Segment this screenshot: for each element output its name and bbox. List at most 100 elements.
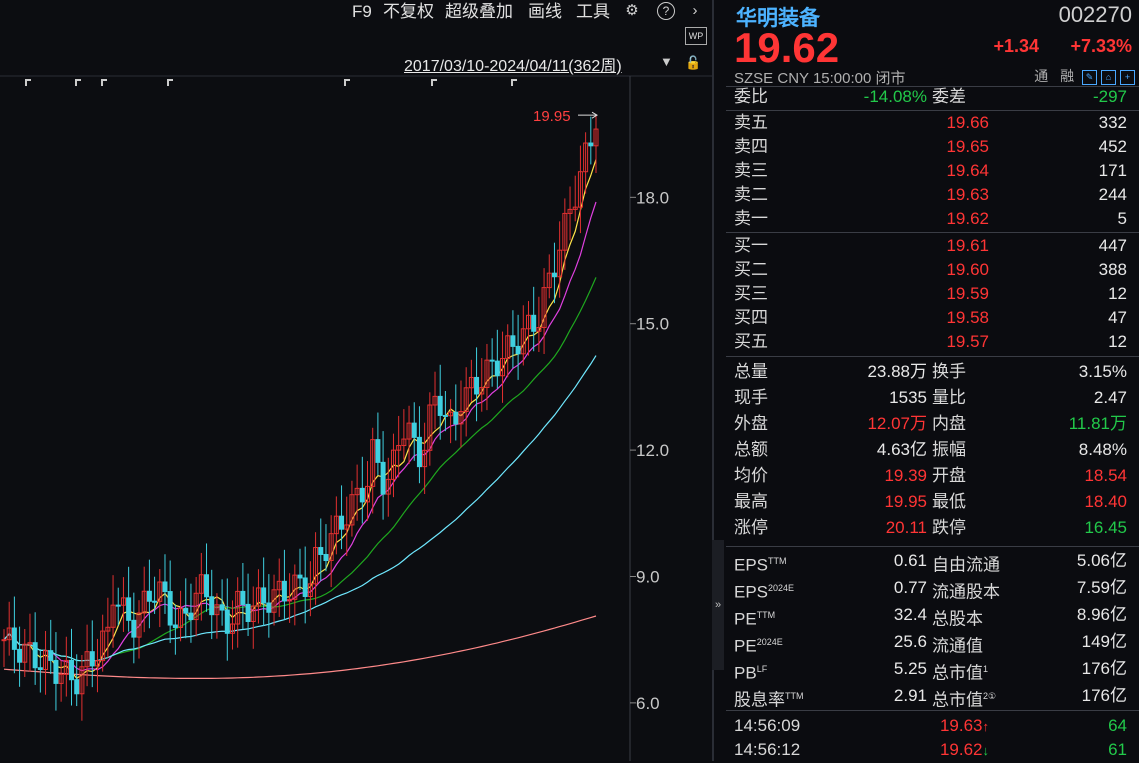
fundamental-row: PBLF 5.25 总市值1 176亿 (726, 657, 1139, 683)
expand-panel-button[interactable]: » (712, 540, 724, 670)
candle-body (281, 580, 287, 602)
candle-body (474, 376, 480, 395)
stat-value: 18.54 (1084, 466, 1127, 485)
bid-row[interactable]: 买四 19.58 47 (726, 306, 1139, 330)
stock-code: 002270 (1058, 2, 1132, 27)
candle-body (442, 414, 448, 417)
fund-label: 流通股本 (932, 582, 1000, 602)
candle-body (359, 487, 365, 503)
tick-row: 14:56:09 19.63↑ 64 (726, 714, 1139, 738)
bid-volume: 447 (1098, 236, 1127, 255)
ask-price: 19.63 (946, 185, 989, 204)
stat-label: 涨停 (734, 518, 768, 537)
fund-value: 25.6 (893, 632, 927, 651)
stat-value: 23.88万 (867, 362, 927, 381)
bid-price: 19.58 (946, 308, 989, 327)
fund-sup: TTM (756, 610, 776, 620)
fund-label: EPS (734, 582, 769, 602)
candle-body (453, 411, 459, 425)
fund-value: 5.06亿 (1076, 551, 1127, 570)
tong-label[interactable]: 通 (1034, 68, 1048, 84)
tick-volume: 61 (1108, 740, 1127, 759)
bid-price: 19.57 (946, 332, 989, 351)
candle-body (240, 590, 246, 605)
rong-label[interactable]: 融 (1060, 68, 1074, 84)
candle-body (489, 359, 495, 362)
candle-body (32, 642, 38, 669)
fund-sup: 2024E (768, 583, 795, 593)
order-ratio-label: 委比 (734, 87, 768, 106)
candle-body (115, 604, 121, 607)
order-diff-value: -297 (1092, 87, 1127, 106)
stat-label: 最高 (734, 492, 768, 511)
candle-body (126, 597, 132, 621)
event-marker-icon (167, 79, 173, 86)
quote-panel: 华明装备 002270 19.62 +1.34 +7.33% SZSE CNY … (726, 0, 1139, 761)
kline-chart-pane[interactable]: F9 不复权 超级叠加 画线 工具 ⚙ ? › WP 2017/03/10-20… (0, 0, 712, 761)
ask-label: 卖三 (734, 161, 768, 180)
ask-row[interactable]: 卖一 19.62 5 (726, 207, 1139, 231)
candle-body (131, 619, 137, 638)
candle-body (245, 603, 251, 623)
stat-label: 跌停 (932, 518, 966, 537)
ask-label: 卖五 (734, 113, 768, 132)
stat-label: 最低 (932, 492, 966, 511)
stat-label: 现手 (734, 388, 768, 407)
stat-label: 外盘 (734, 414, 768, 433)
candle-body (53, 659, 59, 684)
stat-row: 涨停 20.11 跌停 16.45 (726, 516, 1139, 540)
fund-label: 总市值 (932, 690, 983, 710)
stat-value: 18.40 (1084, 492, 1127, 511)
stat-value: 20.11 (885, 518, 927, 537)
event-marker-icon (511, 79, 517, 86)
bid-volume: 12 (1108, 332, 1127, 351)
fund-value: 8.96亿 (1076, 605, 1127, 624)
kline-svg[interactable]: 18.0 15.0 12.0 9.0 6.0 19.95 (0, 0, 712, 761)
ask-row[interactable]: 卖二 19.63 244 (726, 183, 1139, 207)
candle-body (69, 659, 75, 681)
candle-body (416, 436, 422, 468)
ask-price: 19.62 (946, 209, 989, 228)
price-change: +1.34 (993, 36, 1039, 56)
stat-value: 11.81万 (1068, 414, 1127, 433)
stat-value: 16.45 (1084, 518, 1127, 537)
bid-row[interactable]: 买一 19.61 447 (726, 234, 1139, 258)
alert-icon[interactable]: ⌂ (1101, 69, 1116, 85)
candle-body (48, 650, 54, 661)
high-price-label: 19.95 (533, 108, 571, 125)
candle-body (74, 679, 80, 695)
event-marker-icon (101, 79, 107, 86)
price-change-pct: +7.33% (1070, 36, 1132, 56)
stat-label: 总额 (734, 440, 768, 459)
fund-sup: 2① (983, 691, 997, 701)
y-tick-label: 9.0 (636, 567, 660, 586)
candle-body (209, 596, 215, 616)
quote-icons: 通 融 ✎ ⌂ + (1034, 66, 1135, 86)
ask-row[interactable]: 卖四 19.65 452 (726, 135, 1139, 159)
event-marker-icon (25, 79, 31, 86)
candle-body (588, 142, 594, 147)
candle-body (1, 639, 7, 642)
last-price: 19.62 (734, 24, 840, 71)
ask-row[interactable]: 卖五 19.66 332 (726, 111, 1139, 135)
fund-sup: 1 (983, 664, 989, 674)
bid-volume: 388 (1098, 260, 1127, 279)
bid-row[interactable]: 买三 19.59 12 (726, 282, 1139, 306)
stat-value: 19.95 (884, 492, 927, 511)
bid-row[interactable]: 买二 19.60 388 (726, 258, 1139, 282)
fund-value: 7.59亿 (1076, 578, 1127, 597)
ask-row[interactable]: 卖三 19.64 171 (726, 159, 1139, 183)
fund-value: 0.61 (893, 551, 927, 570)
stat-label: 总量 (734, 362, 768, 381)
ask-volume: 332 (1098, 113, 1127, 132)
edit-icon[interactable]: ✎ (1082, 69, 1097, 85)
y-tick-label: 15.0 (636, 315, 669, 334)
add-icon[interactable]: + (1120, 69, 1135, 85)
bid-row[interactable]: 买五 19.57 12 (726, 330, 1139, 354)
stat-label: 振幅 (932, 440, 966, 459)
stat-label: 量比 (932, 388, 966, 407)
fundamental-row: 股息率TTM 2.91 总市值2① 176亿 (726, 684, 1139, 710)
moving-average-line (3, 355, 597, 662)
candle-body (11, 627, 17, 650)
candle-body (510, 335, 516, 347)
